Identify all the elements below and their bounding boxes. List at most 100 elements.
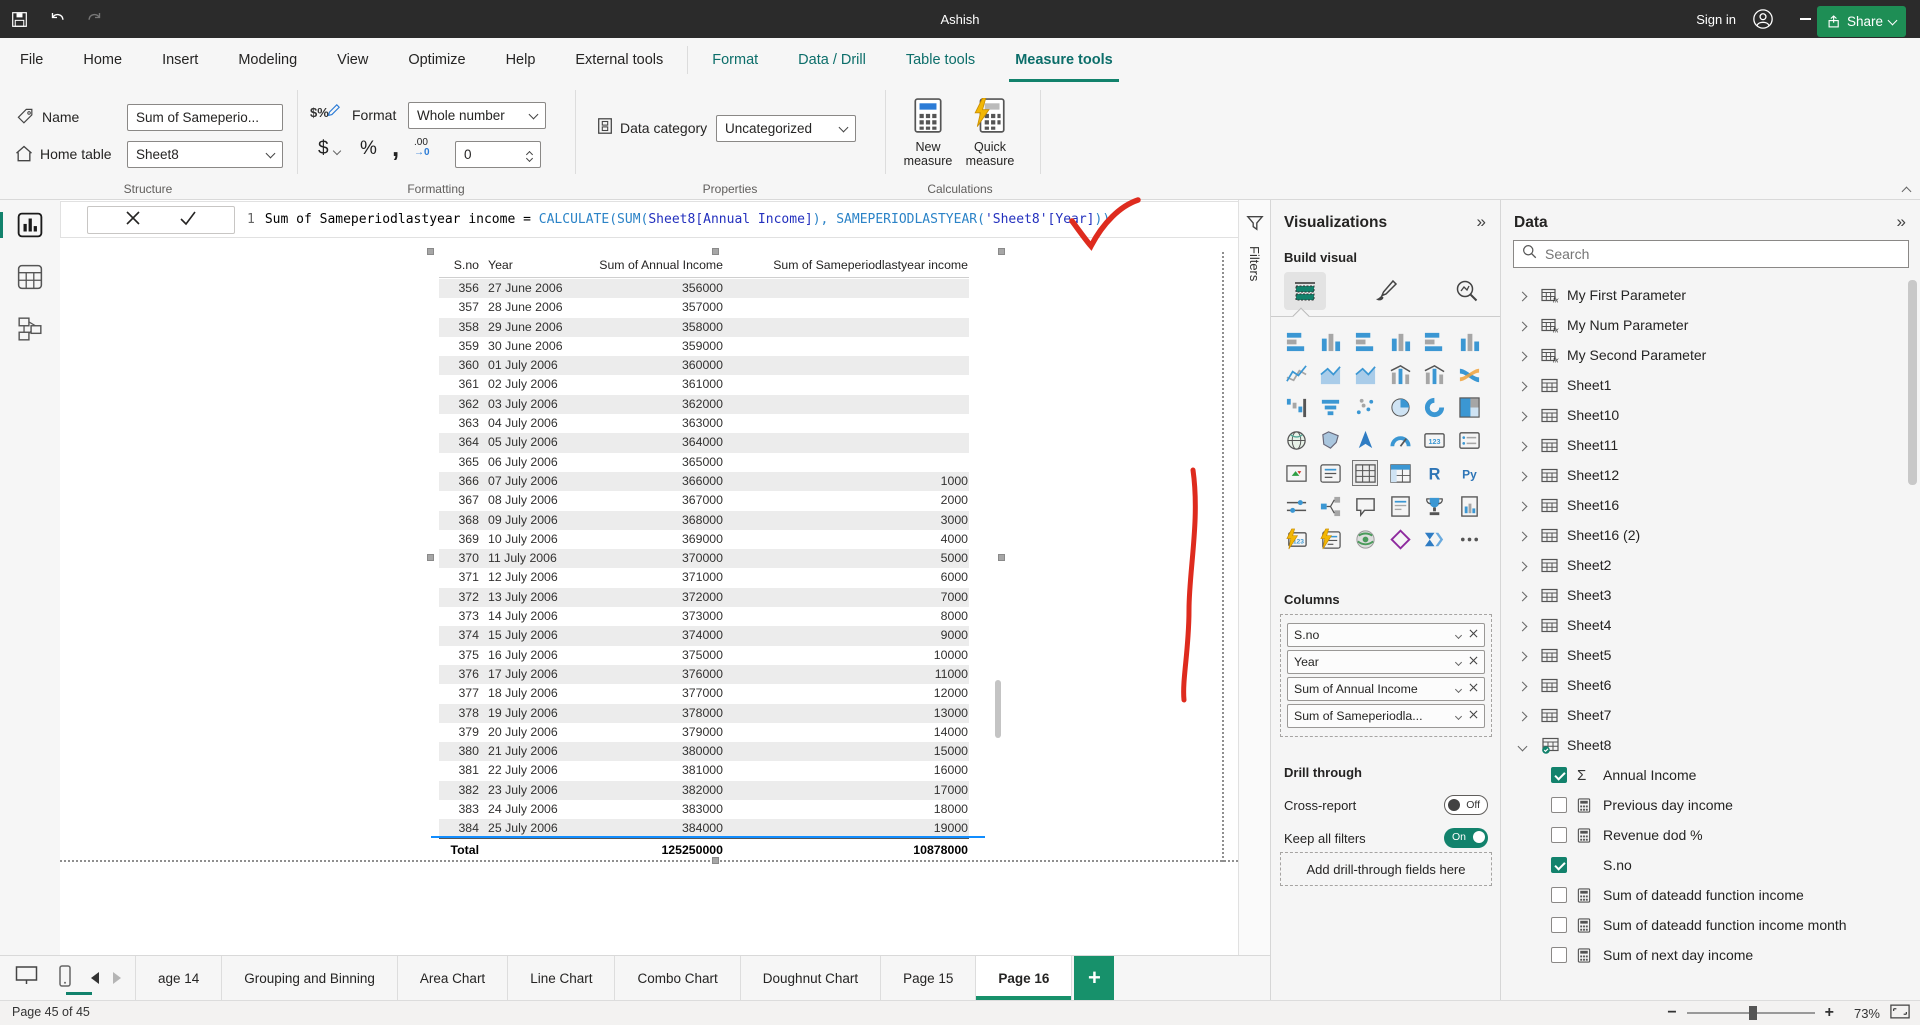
table-row[interactable]: 36405 July 2006364000 [439, 433, 969, 452]
filters-pane-collapsed[interactable]: Filters [1238, 200, 1270, 955]
data-pane-scrollbar[interactable] [1908, 280, 1917, 485]
resize-handle-top-right[interactable] [998, 248, 1005, 255]
chevron-right-icon[interactable] [1519, 527, 1541, 543]
data-table-sheet2[interactable]: Sheet2 [1501, 550, 1901, 580]
data-field-s-no[interactable]: S.no [1501, 850, 1901, 880]
stacked-column-chart-icon[interactable] [1318, 328, 1344, 354]
100-stacked-bar-chart-icon[interactable] [1422, 328, 1448, 354]
commit-formula-icon[interactable] [179, 210, 197, 231]
measure-name-input[interactable]: Sum of Sameperio... [127, 104, 283, 131]
page-tab-page-15[interactable]: Page 15 [881, 956, 976, 1000]
data-field-sum-of-next-day-income[interactable]: Sum of next day income [1501, 940, 1901, 970]
table-row[interactable]: 38324 July 200638300018000 [439, 800, 969, 819]
menu-tab-data-drill[interactable]: Data / Drill [778, 38, 886, 82]
smart-narrative-icon[interactable] [1387, 493, 1413, 519]
clustered-bar-chart-icon[interactable] [1352, 328, 1378, 354]
field-checkbox[interactable] [1551, 797, 1567, 813]
field-checkbox[interactable] [1551, 947, 1567, 963]
slicer-icon[interactable] [1318, 460, 1344, 486]
table-row[interactable]: 37920 July 200637900014000 [439, 723, 969, 742]
next-page-arrow[interactable] [113, 972, 121, 984]
data-field-sum-of-dateadd-function-income-month[interactable]: Sum of dateadd function income month [1501, 910, 1901, 940]
r-script-visual-icon[interactable]: R [1422, 460, 1448, 486]
field-checkbox[interactable] [1551, 857, 1567, 873]
percent-icon[interactable]: % [360, 138, 377, 160]
table-row[interactable]: 37819 July 200637800013000 [439, 704, 969, 723]
menu-tab-optimize[interactable]: Optimize [388, 38, 485, 82]
matrix-icon[interactable] [1387, 460, 1413, 486]
table-row[interactable]: 35930 June 2006359000 [439, 337, 969, 356]
data-table-sheet8[interactable]: Sheet8 [1501, 730, 1901, 760]
multi-row-card-icon[interactable] [1456, 427, 1482, 453]
column-header[interactable]: Year [479, 252, 585, 278]
ribbon-chart-icon[interactable] [1456, 361, 1482, 387]
field-options-chevron-icon[interactable] [1456, 656, 1461, 668]
chevron-right-icon[interactable] [1519, 497, 1541, 513]
chevron-right-icon[interactable] [1519, 407, 1541, 423]
table-row[interactable]: 37112 July 20063710006000 [439, 568, 969, 587]
page-tab-combo-chart[interactable]: Combo Chart [615, 956, 740, 1000]
columns-field-wells[interactable]: S.noYearSum of Annual IncomeSum of Samep… [1280, 614, 1492, 737]
table-row[interactable]: 35829 June 2006358000 [439, 318, 969, 337]
donut-chart-icon[interactable] [1422, 394, 1448, 420]
desktop-layout-icon[interactable] [14, 964, 39, 993]
table-row[interactable]: 36506 July 2006365000 [439, 453, 969, 472]
quick-measure-button[interactable]: Quick measure [962, 98, 1018, 168]
chevron-right-icon[interactable] [1519, 347, 1541, 363]
chevron-down-icon[interactable] [1519, 737, 1541, 753]
chevron-right-icon[interactable] [1519, 677, 1541, 693]
chevron-right-icon[interactable] [1519, 647, 1541, 663]
power-apps-icon[interactable] [1387, 526, 1413, 552]
data-field-previous-day-income[interactable]: Previous day income [1501, 790, 1901, 820]
menu-tab-external-tools[interactable]: External tools [555, 38, 683, 82]
remove-field-icon[interactable] [1469, 656, 1478, 668]
table-header-row[interactable]: S.noYearSum of Annual IncomeSum of Samep… [439, 252, 969, 278]
table-icon[interactable] [1352, 460, 1378, 486]
map-icon[interactable] [1283, 427, 1309, 453]
format-select[interactable]: Whole number [408, 102, 546, 129]
page-tab-age-14[interactable]: age 14 [135, 956, 222, 1000]
table-row[interactable]: 37213 July 20063720007000 [439, 588, 969, 607]
account-icon[interactable] [1744, 0, 1782, 38]
table-row[interactable]: 38223 July 200638200017000 [439, 781, 969, 800]
decimals-stepper[interactable]: 0 [455, 141, 541, 168]
dax-formula[interactable]: 1Sum of Sameperiodlastyear income = CALC… [247, 202, 1110, 237]
table-row[interactable]: 36809 July 20063680003000 [439, 511, 969, 530]
thousands-separator-icon[interactable]: , [392, 132, 399, 163]
line-and-stacked-column-chart-icon[interactable] [1387, 361, 1413, 387]
page-tab-page-16[interactable]: Page 16 [976, 956, 1072, 1000]
table-row[interactable]: 37011 July 20063700005000 [439, 549, 969, 568]
clustered-column-chart-icon[interactable] [1387, 328, 1413, 354]
field-checkbox[interactable] [1551, 917, 1567, 933]
funnel-chart-icon[interactable] [1318, 394, 1344, 420]
area-chart-icon[interactable] [1318, 361, 1344, 387]
table-row[interactable]: 38122 July 200638100016000 [439, 761, 969, 780]
paginated-report-icon[interactable] [1456, 493, 1482, 519]
collapse-data-pane-icon[interactable]: » [1897, 212, 1906, 232]
table-row[interactable]: 36708 July 20063670002000 [439, 491, 969, 510]
decomposition-tree-icon[interactable] [1318, 493, 1344, 519]
formula-bar[interactable]: 1Sum of Sameperiodlastyear income = CALC… [60, 201, 1270, 238]
pie-chart-icon[interactable] [1387, 394, 1413, 420]
field-options-chevron-icon[interactable] [1456, 683, 1461, 695]
redo-icon[interactable] [76, 0, 114, 38]
menu-tab-file[interactable]: File [0, 38, 63, 82]
scatter-chart-icon[interactable] [1352, 394, 1378, 420]
zoom-slider-thumb[interactable] [1749, 1006, 1757, 1020]
data-table-my-second-parameter[interactable]: fxMy Second Parameter [1501, 340, 1901, 370]
chevron-right-icon[interactable] [1519, 287, 1541, 303]
menu-tab-format[interactable]: Format [692, 38, 778, 82]
field-checkbox[interactable] [1551, 827, 1567, 843]
table-row[interactable]: 38021 July 200638000015000 [439, 742, 969, 761]
column-header[interactable]: S.no [439, 252, 479, 278]
report-view-icon[interactable] [17, 212, 43, 238]
resize-handle-top-left[interactable] [427, 248, 434, 255]
data-category-select[interactable]: Uncategorized [716, 115, 856, 142]
arcgis-map-icon[interactable] [1352, 526, 1378, 552]
card-icon[interactable]: 123 [1422, 427, 1448, 453]
table-row[interactable]: 36304 July 2006363000 [439, 414, 969, 433]
new-page-button[interactable]: + [1074, 956, 1114, 1000]
table-view-icon[interactable] [17, 264, 43, 290]
page-tab-area-chart[interactable]: Area Chart [398, 956, 508, 1000]
data-field-sum-of-dateadd-function-income[interactable]: Sum of dateadd function income [1501, 880, 1901, 910]
